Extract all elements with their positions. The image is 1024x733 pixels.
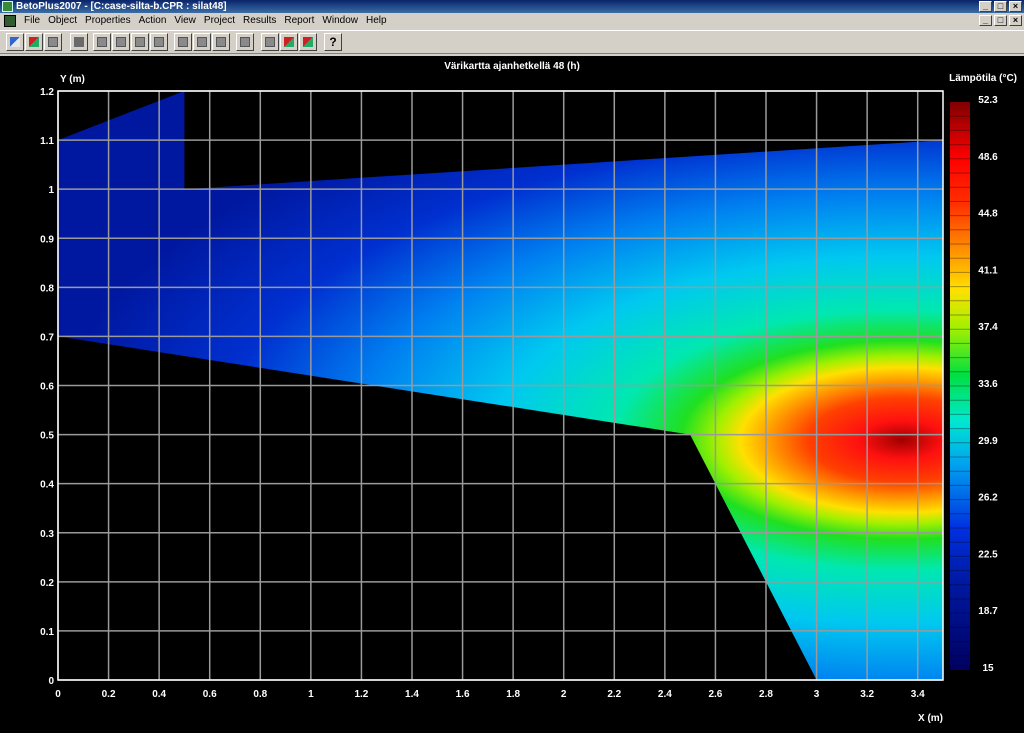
y-tick-label: 0.4 bbox=[40, 480, 54, 491]
colorbar-title: Lämpötila (°C) bbox=[949, 73, 1017, 84]
x-axis-label: X (m) bbox=[918, 713, 943, 724]
x-tick-label: 1 bbox=[308, 689, 314, 700]
y-tick-label: 0.7 bbox=[40, 332, 54, 343]
colorbar-tick-label: 37.4 bbox=[978, 322, 998, 333]
y-tick-label: 0.1 bbox=[40, 627, 54, 638]
x-tick-label: 3.2 bbox=[860, 689, 874, 700]
y-tick-label: 0.5 bbox=[40, 431, 54, 442]
colorbar-tick-label: 29.9 bbox=[978, 436, 998, 447]
x-tick-label: 0 bbox=[55, 689, 61, 700]
y-tick-label: 0.8 bbox=[40, 283, 54, 294]
y-axis-label: Y (m) bbox=[60, 74, 85, 85]
colorbar-tick-label: 22.5 bbox=[978, 549, 998, 560]
colorbar-tick-label: 41.1 bbox=[978, 265, 998, 276]
x-tick-label: 2 bbox=[561, 689, 567, 700]
y-tick-label: 0 bbox=[48, 676, 54, 687]
colorbar-tick-label: 33.6 bbox=[978, 379, 998, 390]
x-tick-label: 0.6 bbox=[203, 689, 217, 700]
colorbar-tick-label: 15 bbox=[982, 663, 994, 674]
colorbar-tick-label: 48.6 bbox=[978, 152, 998, 163]
x-tick-label: 2.4 bbox=[658, 689, 672, 700]
x-tick-label: 0.4 bbox=[152, 689, 166, 700]
x-tick-label: 2.2 bbox=[607, 689, 621, 700]
x-tick-label: 2.8 bbox=[759, 689, 773, 700]
y-tick-label: 1 bbox=[48, 185, 54, 196]
y-tick-label: 0.9 bbox=[40, 234, 54, 245]
x-tick-label: 0.8 bbox=[253, 689, 267, 700]
y-tick-label: 0.6 bbox=[40, 382, 54, 393]
x-tick-label: 1.8 bbox=[506, 689, 520, 700]
colorbar-tick-label: 44.8 bbox=[978, 209, 998, 220]
x-tick-label: 3.4 bbox=[911, 689, 925, 700]
x-tick-label: 3 bbox=[814, 689, 820, 700]
colorbar-tick-label: 18.7 bbox=[978, 606, 998, 617]
x-tick-label: 2.6 bbox=[708, 689, 722, 700]
y-tick-label: 1.1 bbox=[40, 136, 54, 147]
x-tick-label: 0.2 bbox=[102, 689, 116, 700]
y-tick-label: 1.2 bbox=[40, 87, 54, 98]
colorbar-tick-label: 26.2 bbox=[978, 493, 998, 504]
colorbar-tick-label: 52.3 bbox=[978, 95, 998, 106]
y-tick-label: 0.3 bbox=[40, 529, 54, 540]
heatmap-chart: 0 0.2 0.4 0.6 0.8 1 1.2 1.4 1.6 1.8 2 2.2 2.4 2.6 2.8 3… bbox=[40, 73, 1017, 724]
x-tick-label: 1.6 bbox=[456, 689, 470, 700]
y-tick-label: 0.2 bbox=[40, 578, 54, 589]
x-tick-label: 1.4 bbox=[405, 689, 419, 700]
x-tick-label: 1.2 bbox=[354, 689, 368, 700]
